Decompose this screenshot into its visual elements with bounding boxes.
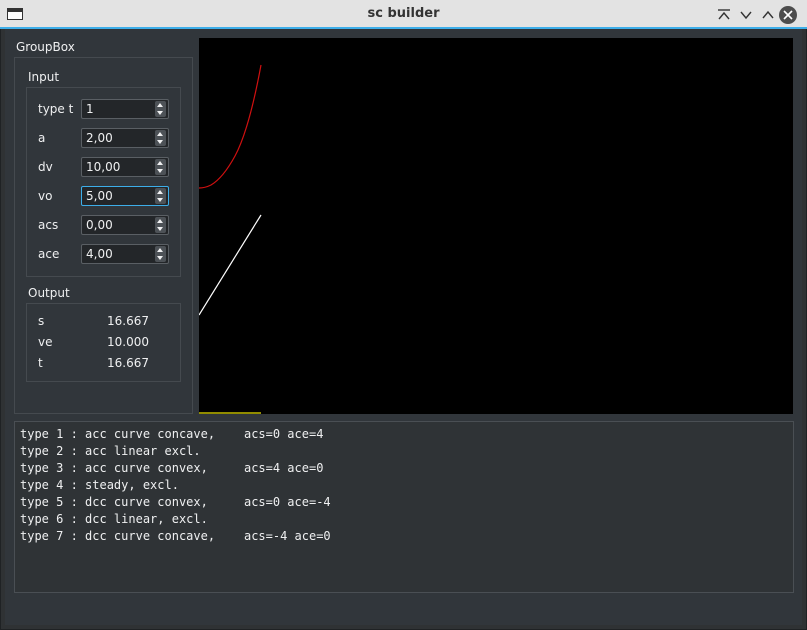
- ace-stepper[interactable]: [155, 246, 166, 262]
- console-line: type 7 : dcc curve concave, acs=-4 ace=0: [20, 529, 331, 543]
- output-label-t: t: [38, 356, 43, 370]
- minimize-icon[interactable]: [738, 7, 754, 23]
- console-line: type 3 : acc curve convex, acs=4 ace=0: [20, 461, 324, 475]
- acs-stepper[interactable]: [155, 217, 166, 233]
- field-label-acs: acs: [38, 218, 59, 232]
- window-title: sc builder: [367, 6, 440, 21]
- vo-stepper[interactable]: [155, 188, 166, 204]
- title-bar[interactable]: sc builder: [0, 0, 807, 29]
- dv-value: 10,00: [86, 160, 121, 174]
- down-arrow-icon[interactable]: [157, 140, 163, 144]
- up-arrow-icon[interactable]: [157, 132, 163, 136]
- acs-value: 0,00: [86, 218, 113, 232]
- plot-canvas[interactable]: [198, 38, 793, 414]
- console-line: type 4 : steady, excl.: [20, 478, 179, 492]
- a-stepper[interactable]: [155, 130, 166, 146]
- a-value: 2,00: [86, 131, 113, 145]
- console-line: type 5 : dcc curve convex, acs=0 ace=-4: [20, 495, 331, 509]
- vo-spinbox[interactable]: 5,00: [81, 186, 169, 206]
- main-content: GroupBox Input type t 1 a 2,00 dv 10,00 …: [5, 29, 802, 625]
- groupbox-title: GroupBox: [16, 40, 75, 54]
- output-group-title: Output: [28, 286, 70, 300]
- field-label-type: type t: [38, 102, 74, 116]
- ace-spinbox[interactable]: 4,00: [81, 244, 169, 264]
- output-label-ve: ve: [38, 335, 53, 349]
- output-value-ve: 10.000: [107, 335, 149, 349]
- up-arrow-icon[interactable]: [157, 248, 163, 252]
- down-arrow-icon[interactable]: [157, 227, 163, 231]
- input-group-title: Input: [28, 70, 60, 84]
- app-window: sc builder GroupBox Input type t 1 a 2,0…: [0, 0, 807, 630]
- console-line: type 6 : dcc linear, excl.: [20, 512, 208, 526]
- console-line: type 1 : acc curve concave, acs=0 ace=4: [20, 427, 324, 441]
- field-label-a: a: [38, 131, 46, 145]
- plot-curve-red: [198, 64, 262, 189]
- dv-stepper[interactable]: [155, 159, 166, 175]
- down-arrow-icon[interactable]: [157, 169, 163, 173]
- maximize-icon[interactable]: [760, 7, 776, 23]
- down-arrow-icon[interactable]: [157, 198, 163, 202]
- plot-line-white: [198, 214, 262, 316]
- plot-svg: [198, 64, 262, 414]
- description-textarea[interactable]: type 1 : acc curve concave, acs=0 ace=4 …: [14, 421, 794, 593]
- field-label-dv: dv: [38, 160, 53, 174]
- output-value-t: 16.667: [107, 356, 149, 370]
- dv-spinbox[interactable]: 10,00: [81, 157, 169, 177]
- field-label-ace: ace: [38, 247, 60, 261]
- up-arrow-icon[interactable]: [157, 190, 163, 194]
- type-spinbox[interactable]: 1: [81, 99, 169, 119]
- down-arrow-icon[interactable]: [157, 111, 163, 115]
- field-label-vo: vo: [38, 189, 53, 203]
- down-arrow-icon[interactable]: [157, 256, 163, 260]
- type-stepper[interactable]: [155, 101, 166, 117]
- vo-value: 5,00: [86, 189, 113, 203]
- output-value-s: 16.667: [107, 314, 149, 328]
- acs-spinbox[interactable]: 0,00: [81, 215, 169, 235]
- up-arrow-icon[interactable]: [157, 219, 163, 223]
- close-icon[interactable]: [779, 6, 797, 24]
- keep-above-icon[interactable]: [716, 7, 732, 23]
- ace-value: 4,00: [86, 247, 113, 261]
- type-value: 1: [86, 102, 94, 116]
- output-label-s: s: [38, 314, 45, 328]
- up-arrow-icon[interactable]: [157, 103, 163, 107]
- console-line: type 2 : acc linear excl.: [20, 444, 201, 458]
- up-arrow-icon[interactable]: [157, 161, 163, 165]
- a-spinbox[interactable]: 2,00: [81, 128, 169, 148]
